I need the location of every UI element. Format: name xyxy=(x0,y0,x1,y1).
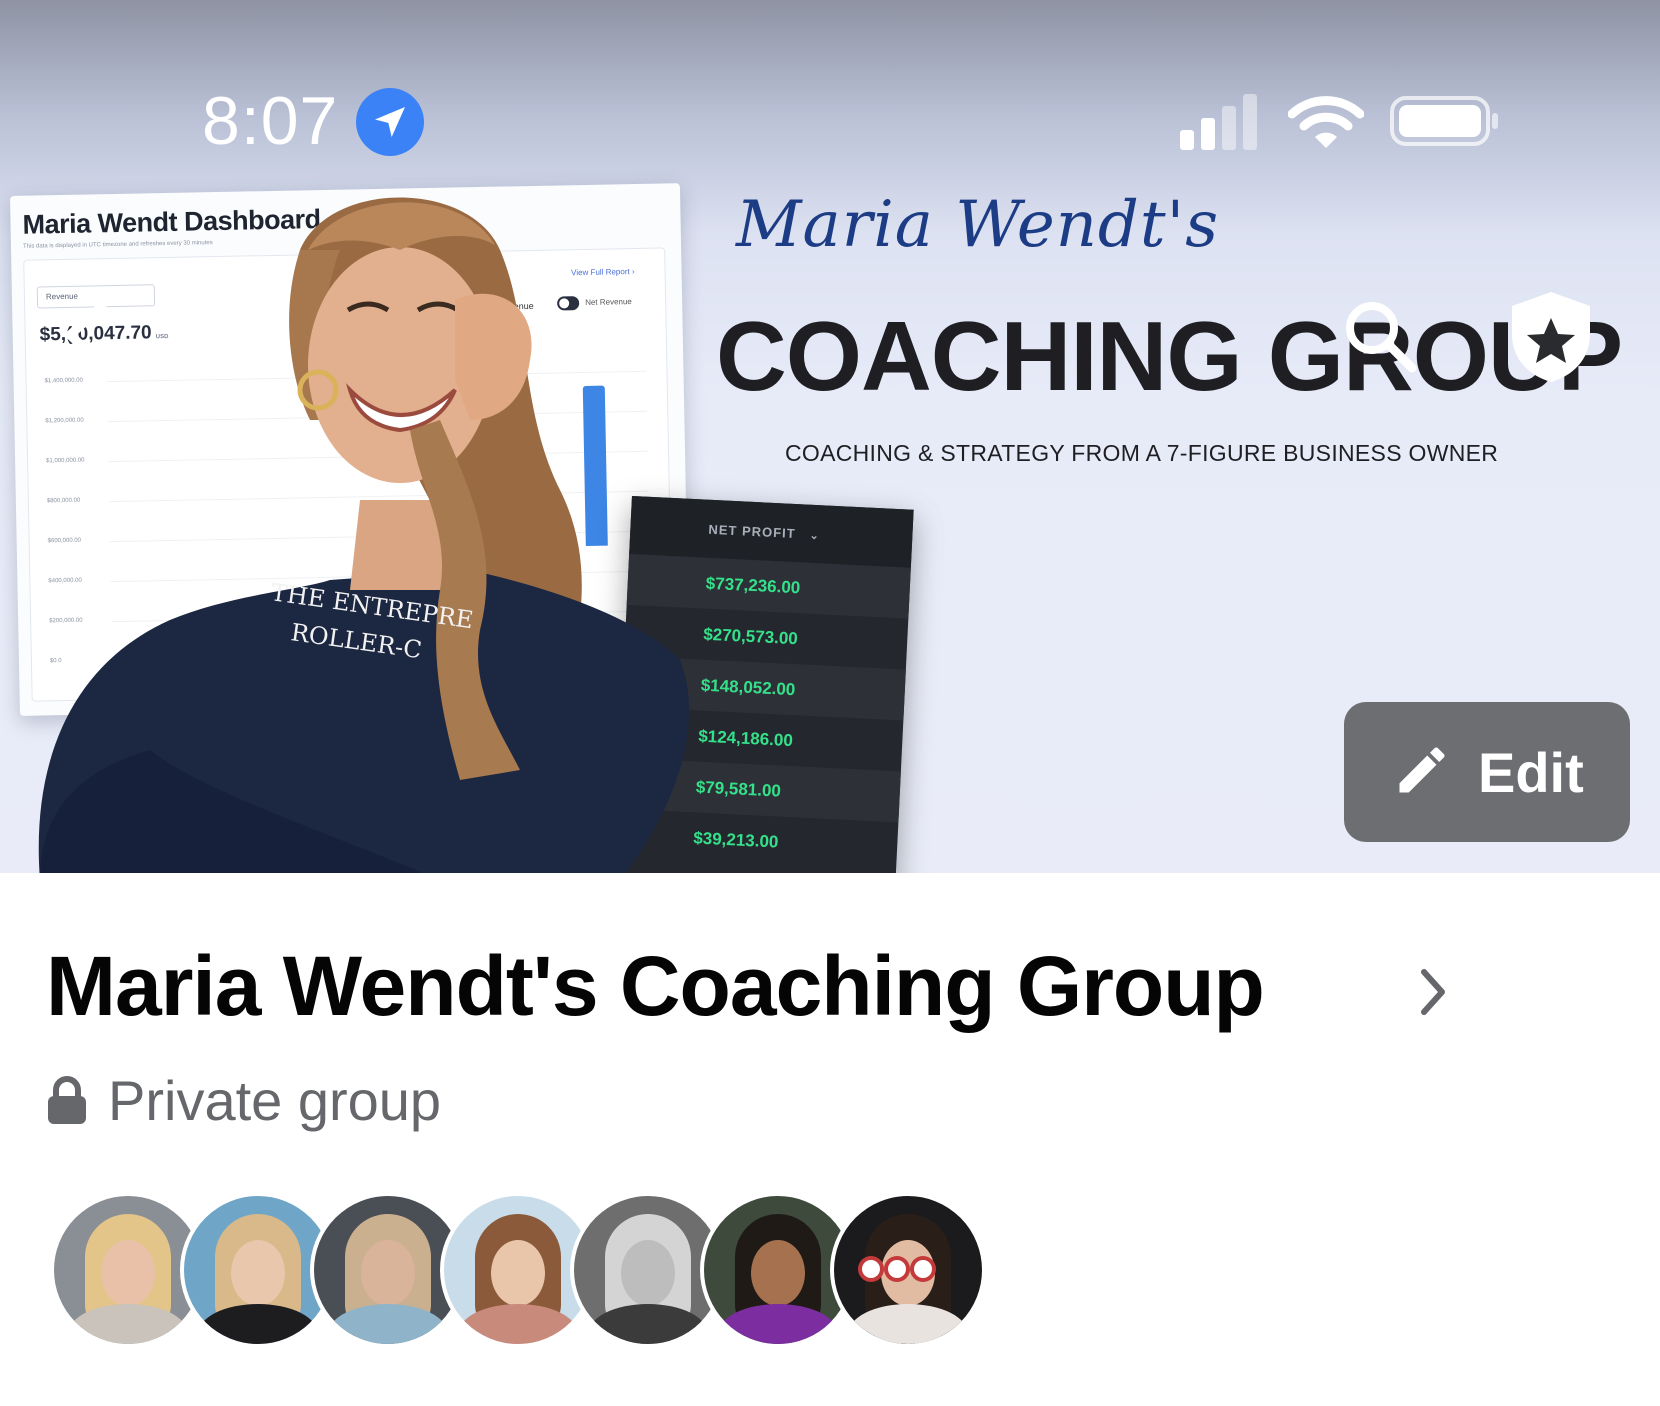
group-name[interactable]: Maria Wendt's Coaching Group xyxy=(46,938,1265,1035)
edit-label: Edit xyxy=(1478,741,1584,804)
cover-script-title: Maria Wendt's xyxy=(736,188,1220,262)
location-arrow-icon xyxy=(356,88,424,156)
pencil-icon xyxy=(1399,747,1445,793)
cellular-signal-icon xyxy=(1180,94,1260,150)
wifi-icon xyxy=(1288,96,1364,148)
status-time: 8:07 xyxy=(202,83,339,159)
lock-icon xyxy=(48,1076,86,1124)
search-icon[interactable] xyxy=(1340,296,1420,376)
chevron-right-icon[interactable] xyxy=(1416,966,1450,1018)
cover-main-title: COACHING GROUP xyxy=(716,301,1623,411)
cover-person-photo: THE ENTREPRE ROLLER-C xyxy=(38,197,690,873)
avatar[interactable] xyxy=(830,1192,986,1348)
cover-tagline: COACHING & STRATEGY FROM A 7-FIGURE BUSI… xyxy=(785,440,1499,466)
more-dots-icon xyxy=(862,1260,940,1283)
edit-cover-button[interactable]: Edit xyxy=(1344,702,1630,842)
net-profit-label: NET PROFIT xyxy=(708,521,797,542)
privacy-label: Private group xyxy=(108,1069,442,1132)
admin-shield-icon[interactable] xyxy=(1506,288,1596,384)
back-chevron-icon[interactable] xyxy=(58,300,118,370)
battery-icon xyxy=(1390,96,1498,146)
